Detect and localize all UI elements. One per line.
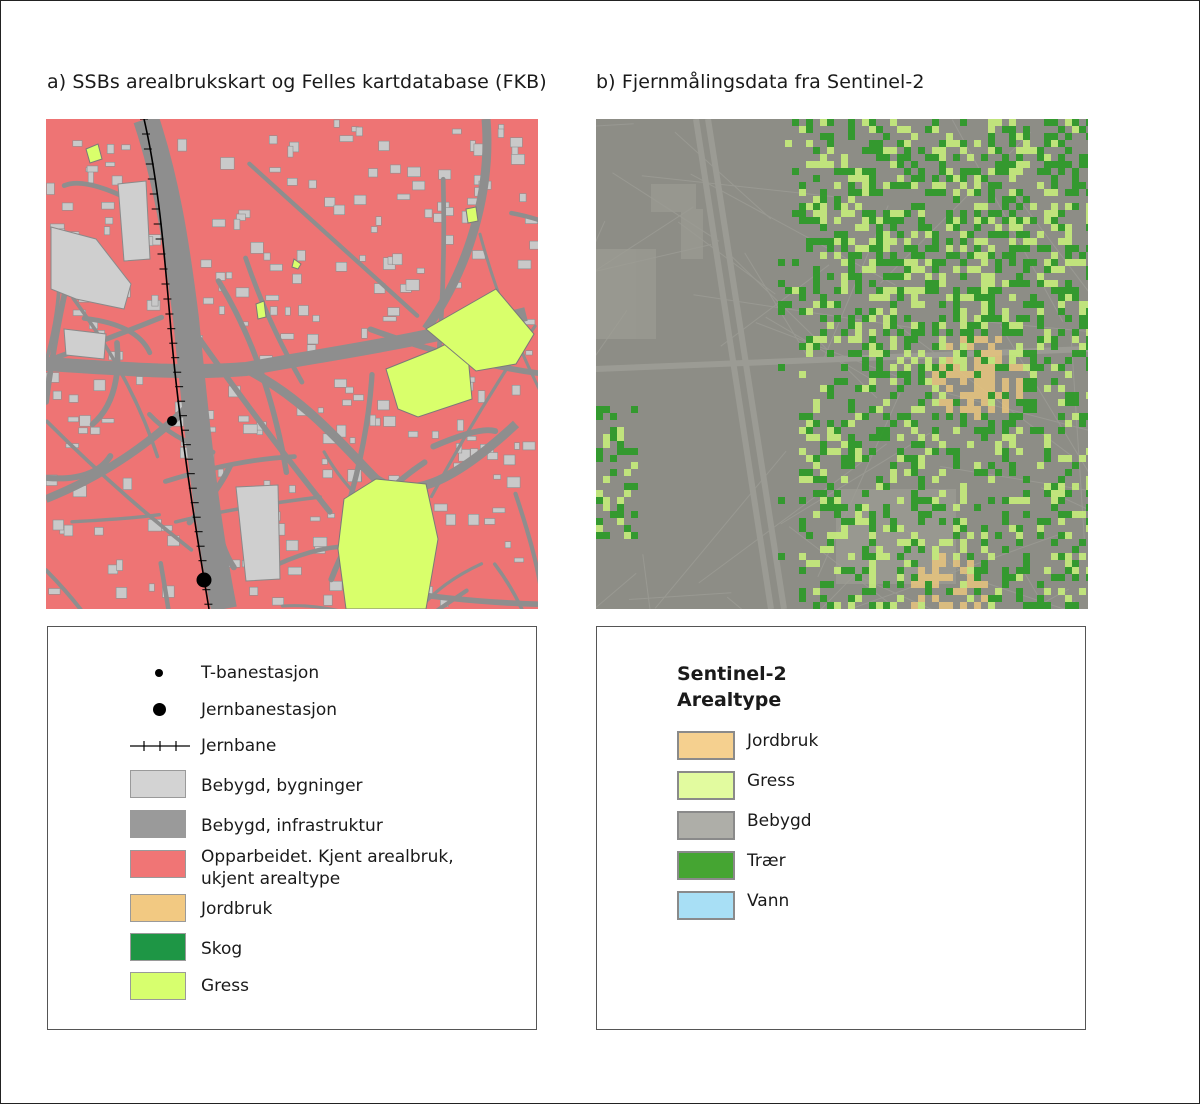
swatch-bebygd: [677, 811, 735, 840]
jernbanestasjon-symbol: [153, 703, 166, 716]
legend-jernbanestasjon-label: Jernbanestasjon: [201, 700, 338, 720]
t-bane-symbol: [155, 669, 163, 677]
legend-item-label: Trær: [747, 851, 786, 871]
legend-item-label: Vann: [747, 891, 790, 911]
legend-heading-line2: Arealtype: [677, 689, 782, 711]
legend-item-label: Jordbruk: [747, 731, 819, 751]
legend-item-label: Jordbruk: [201, 899, 273, 919]
panel-a-title: a) SSBs arealbrukskart og Felles kartdat…: [47, 71, 547, 93]
legend-item-label: Gress: [747, 771, 795, 791]
legend-heading-line1: Sentinel-2: [677, 663, 787, 685]
legend-land-use: T-banestasjon Jernbanestasjon Jernbane B…: [47, 626, 537, 1030]
railway-symbol: [130, 741, 190, 751]
swatch-opparbeidet: [130, 850, 186, 878]
panel-b-title: b) Fjernmålingsdata fra Sentinel-2: [596, 71, 925, 93]
legend-item-label: Bebygd, bygninger: [201, 776, 363, 796]
swatch-vann: [677, 891, 735, 920]
land-use-map: [46, 119, 538, 609]
legend-item-label-line2: ukjent arealtype: [201, 869, 341, 889]
swatch-jordbruk: [130, 894, 186, 922]
sentinel-2-map: [596, 119, 1088, 609]
legend-item-label: Gress: [201, 976, 249, 996]
legend-item-label: Bebygd: [747, 811, 812, 831]
figure-frame: a) SSBs arealbrukskart og Felles kartdat…: [0, 0, 1200, 1104]
swatch-traer: [677, 851, 735, 880]
swatch-skog: [130, 933, 186, 961]
swatch-bebygd-infrastruktur: [130, 810, 186, 838]
swatch-gress: [677, 771, 735, 800]
legend-item-label: Bebygd, infrastruktur: [201, 816, 383, 836]
legend-t-bane-label: T-banestasjon: [201, 663, 320, 683]
swatch-jordbruk: [677, 731, 735, 760]
legend-jernbane-label: Jernbane: [201, 736, 277, 756]
legend-heading: Sentinel-2 Arealtype: [677, 661, 787, 713]
swatch-gress: [130, 972, 186, 1000]
legend-sentinel-2: Sentinel-2 Arealtype Jordbruk Gress Beby…: [596, 626, 1086, 1030]
swatch-bebygd-bygninger: [130, 770, 186, 798]
legend-item-label: Opparbeidet. Kjent arealbruk,: [201, 847, 454, 867]
legend-item-label: Skog: [201, 939, 243, 959]
